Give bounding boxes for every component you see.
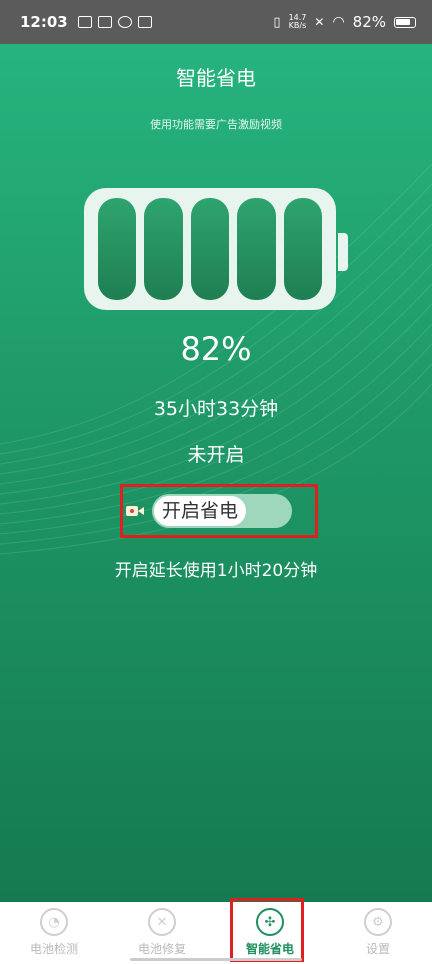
status-right-group: ▯ 14.7 KB/s ✕ ◠ 82% [273,13,416,31]
battery-cell [98,198,137,300]
battery-cell [283,198,323,300]
battery-cell [237,198,276,300]
home-indicator [130,958,302,961]
page-title: 智能省电 [176,66,256,90]
nav-item-battery-check[interactable]: ◔ 电池检测 [0,902,108,964]
battery-cell [190,198,230,300]
app-screen: 12:03 ▯ 14.7 KB/s ✕ ◠ 82% 智能省电 使用功能需要广告激… [0,0,432,964]
net-speed-unit: KB/s [288,21,307,30]
battery-detect-icon: ◔ [40,908,68,936]
battery-cap [338,233,348,271]
battery-cell [144,198,183,300]
calendar-icon [97,16,112,28]
battery-percent-text: 82% [352,13,386,31]
nav-label: 设置 [365,942,390,956]
status-time: 12:03 [20,13,68,31]
battery-percent: 82% [180,330,252,368]
mail-icon [77,16,92,28]
battery-graphic [84,188,336,310]
bottom-nav: ◔ 电池检测 ✕ 电池修复 ✣ 智能省电 ⚙ 设置 [0,902,432,964]
net-speed: 14.7 KB/s [289,14,307,30]
battery-icon [394,16,416,28]
nav-label: 电池检测 [29,942,78,956]
status-bar: 12:03 ▯ 14.7 KB/s ✕ ◠ 82% [0,0,432,44]
vibrate-icon: ▯ [273,14,281,30]
settings-gear-icon: ⚙ [364,908,392,936]
nav-label: 电池修复 [137,942,186,956]
main-content: 智能省电 使用功能需要广告激励视频 82% 35小时33分钟 未开启 开启省电 … [0,44,432,902]
sim-off-icon: ✕ [314,15,325,29]
power-save-status: 未开启 [187,444,245,466]
toggle-highlight-box [120,484,318,538]
page-subtitle: 使用功能需要广告激励视频 [150,118,282,131]
decorative-waves [0,163,432,555]
nav-item-battery-repair[interactable]: ✕ 电池修复 [108,902,216,964]
link-icon [117,16,132,28]
wifi-icon: ◠ [332,14,345,30]
repair-tools-icon: ✕ [148,908,176,936]
bluetooth-icon [137,16,152,28]
nav-highlight-box [230,898,304,962]
nav-item-settings[interactable]: ⚙ 设置 [324,902,432,964]
extend-time-text: 开启延长使用1小时20分钟 [114,561,318,581]
remaining-time: 35小时33分钟 [153,398,279,420]
